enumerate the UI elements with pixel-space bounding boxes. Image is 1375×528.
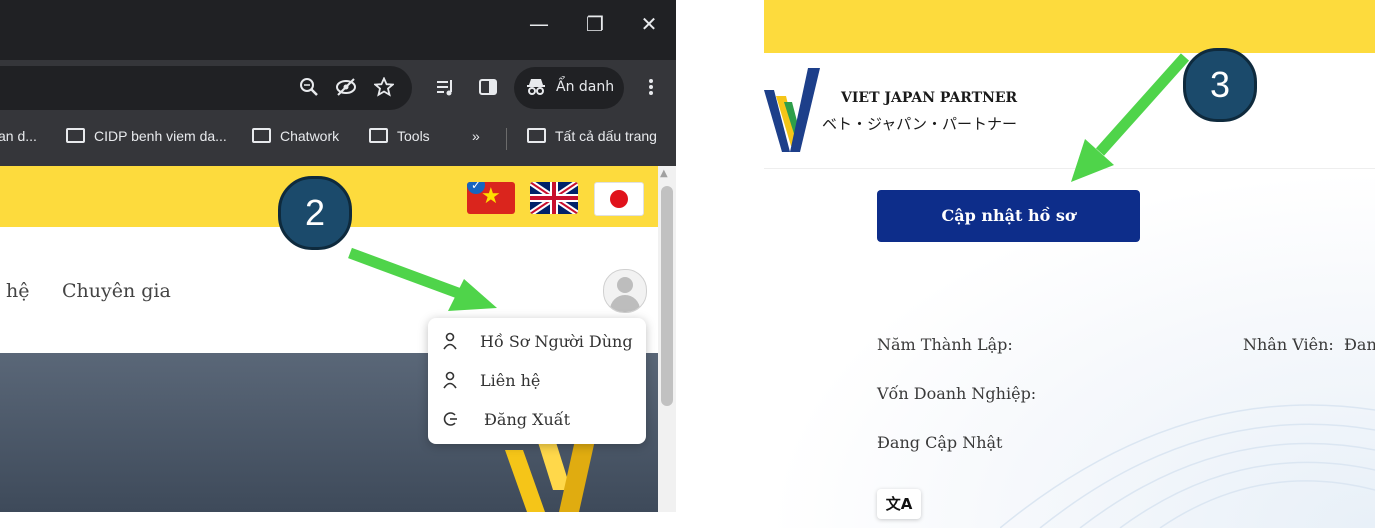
menu-item-logout[interactable]: Đăng Xuất	[428, 401, 646, 440]
brand-name-en: VIET JAPAN PARTNER	[841, 90, 1018, 106]
staff-value: Đan	[1344, 335, 1375, 354]
scrollbar-thumb[interactable]	[661, 186, 673, 406]
incognito-chip[interactable]: Ẩn danh	[514, 67, 624, 109]
restore-button[interactable]: ❐	[580, 12, 610, 36]
bookmarks-divider	[506, 128, 507, 150]
staff-label: Nhân Viên:	[1243, 335, 1334, 354]
bookmark-folder-all[interactable]: Tất cả dấu trang	[527, 128, 657, 144]
bookmark-folder-chatwork[interactable]: Chatwork	[252, 128, 339, 144]
user-icon	[442, 371, 458, 393]
tracking-protection-icon[interactable]	[333, 77, 359, 102]
close-button[interactable]: ✕	[634, 12, 664, 36]
scroll-up-icon[interactable]: ▲	[660, 168, 668, 179]
minimize-button[interactable]: —	[524, 12, 554, 36]
folder-icon	[66, 128, 85, 143]
menu-item-profile[interactable]: Hồ Sơ Người Dùng	[428, 323, 646, 362]
vjp-logo-icon[interactable]	[764, 68, 824, 152]
nav-expert-link[interactable]: Chuyên gia	[62, 280, 171, 302]
user-dropdown-menu: Hồ Sơ Người Dùng Liên hệ Đăng Xuất	[428, 318, 646, 444]
founded-label: Năm Thành Lập:	[877, 335, 1013, 354]
zoom-icon[interactable]	[296, 77, 322, 102]
japan-flag-icon[interactable]	[594, 182, 644, 216]
title-bar	[0, 0, 676, 60]
user-icon	[442, 332, 458, 354]
reading-list-icon[interactable]	[432, 77, 458, 102]
background-swirl	[1000, 404, 1375, 528]
site-header	[764, 53, 1375, 169]
brand-name-ja: ベト・ジャパン・パートナー	[822, 115, 1018, 133]
logout-icon	[442, 410, 458, 432]
bookmark-item[interactable]: an d...	[0, 128, 37, 144]
site-top-bar	[764, 0, 1375, 53]
bookmark-folder-tools[interactable]: Tools	[369, 128, 430, 144]
step-badge-3: 3	[1183, 48, 1257, 122]
incognito-icon	[526, 76, 546, 101]
capital-label: Vốn Doanh Nghiệp:	[877, 384, 1037, 403]
vietnam-flag-icon[interactable]: ★ ✓	[467, 182, 515, 214]
bookmark-folder-cidp[interactable]: CIDP benh viem da...	[66, 128, 227, 144]
step-badge-2: 2	[278, 176, 352, 250]
bookmark-star-icon[interactable]	[371, 76, 397, 102]
menu-item-contact[interactable]: Liên hệ	[428, 362, 646, 401]
bookmarks-overflow-button[interactable]: »	[472, 128, 480, 144]
folder-icon	[369, 128, 388, 143]
side-panel-icon[interactable]	[475, 77, 501, 102]
status-text: Đang Cập Nhật	[877, 433, 1003, 452]
incognito-label: Ẩn danh	[556, 79, 615, 95]
uk-flag-icon[interactable]	[530, 182, 578, 214]
update-profile-button[interactable]: Cập nhật hồ sơ	[877, 190, 1140, 242]
more-menu-icon[interactable]	[638, 77, 664, 102]
avatar[interactable]	[603, 269, 647, 313]
folder-icon	[252, 128, 271, 143]
folder-icon	[527, 128, 546, 143]
nav-contact-link[interactable]: hệ	[6, 280, 29, 302]
translate-icon[interactable]: 文A	[877, 489, 921, 519]
